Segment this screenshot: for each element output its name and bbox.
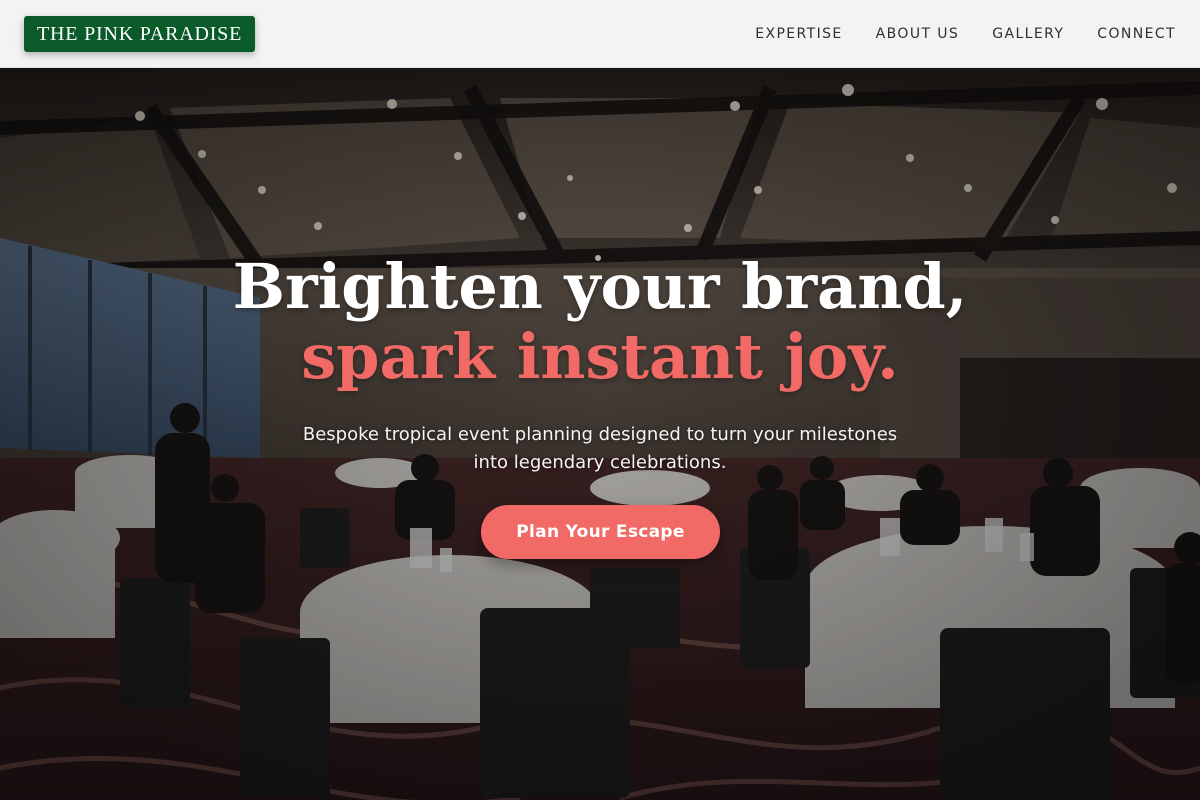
nav-link-expertise[interactable]: EXPERTISE — [755, 26, 842, 42]
hero-section: Brighten your brand, spark instant joy. … — [0, 68, 1200, 800]
nav-link-connect[interactable]: CONNECT — [1097, 26, 1176, 42]
nav-link-about-us[interactable]: ABOUT US — [876, 26, 960, 42]
hero-subtitle: Bespoke tropical event planning designed… — [250, 421, 950, 477]
main-nav: EXPERTISE ABOUT US GALLERY CONNECT — [755, 0, 1176, 68]
hero-headline-line1: Brighten your brand, — [232, 250, 968, 323]
hero-subtitle-line2: into legendary celebrations. — [473, 452, 727, 473]
hero-headline-accent: spark instant joy. — [301, 320, 899, 393]
hero-subtitle-line1: Bespoke tropical event planning designed… — [302, 424, 898, 445]
site-header: THE PINK PARADISE EXPERTISE ABOUT US GAL… — [0, 0, 1200, 68]
plan-your-escape-button[interactable]: Plan Your Escape — [481, 505, 720, 559]
site-logo[interactable]: THE PINK PARADISE — [24, 16, 256, 52]
nav-link-gallery[interactable]: GALLERY — [992, 26, 1064, 42]
hero-headline: Brighten your brand, spark instant joy. — [0, 252, 1200, 392]
